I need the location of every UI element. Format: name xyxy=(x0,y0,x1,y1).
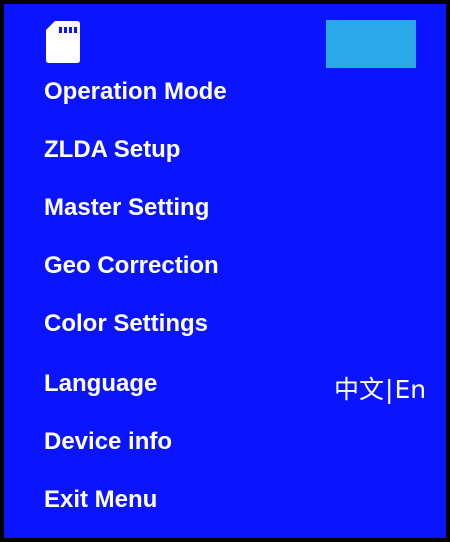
menu-item-master-setting[interactable]: Master Setting xyxy=(44,194,209,222)
language-option-chinese[interactable]: 中文 xyxy=(334,375,384,404)
menu-item-color-settings[interactable]: Color Settings xyxy=(44,310,208,338)
menu-item-exit-menu[interactable]: Exit Menu xyxy=(44,486,157,514)
menu-item-geo-correction[interactable]: Geo Correction xyxy=(44,252,219,280)
menu-item-zlda-setup[interactable]: ZLDA Setup xyxy=(44,136,180,164)
language-option-english[interactable]: En xyxy=(394,375,426,404)
osd-menu-panel: Operation Mode ZLDA Setup Master Setting… xyxy=(0,0,450,542)
sd-card-icon xyxy=(46,21,80,63)
status-indicator xyxy=(326,20,416,68)
menu-item-device-info[interactable]: Device info xyxy=(44,428,172,456)
language-selector[interactable]: 中文|En xyxy=(334,370,426,406)
language-separator: | xyxy=(385,375,394,404)
menu-item-operation-mode[interactable]: Operation Mode xyxy=(44,78,227,106)
menu-item-language[interactable]: Language xyxy=(44,370,157,398)
